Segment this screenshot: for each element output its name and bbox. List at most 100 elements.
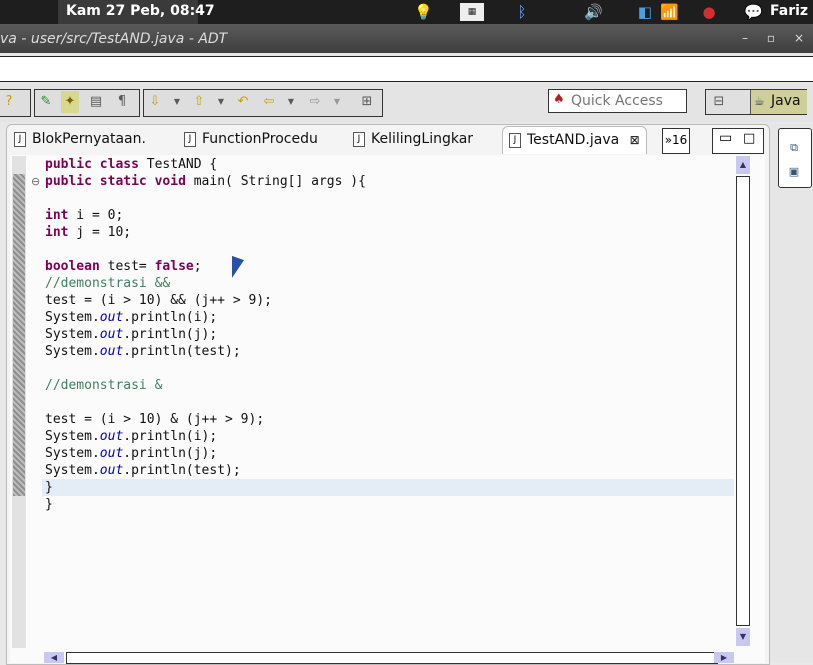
last-edit-location-icon[interactable]: ↶ (234, 91, 252, 113)
code-line: System.out.println(j); (45, 327, 218, 342)
java-file-icon: J (353, 131, 365, 147)
right-side-panel (770, 124, 813, 663)
vertical-scrollbar[interactable]: ▲ ▼ (736, 156, 750, 646)
code-line: int j = 10; (45, 225, 132, 240)
tab-label: BlokPernyataan. (32, 131, 146, 147)
java-file-icon: J (14, 131, 26, 147)
maximize-editor-icon[interactable]: □ (743, 131, 755, 146)
bulb-icon[interactable]: 💡 (414, 3, 433, 21)
window-title-bar[interactable]: va - user/src/TestAND.java - ADT – ▫ × (0, 24, 813, 53)
java-perspective-button[interactable]: ☕ Java (750, 90, 807, 114)
scroll-up-button[interactable]: ▲ (736, 156, 750, 174)
tab-testand-java[interactable]: J TestAND.java ⊠ (502, 126, 647, 154)
change-marker (13, 174, 25, 496)
java-file-icon: J (509, 132, 521, 148)
chat-icon[interactable]: 💬 (744, 3, 763, 21)
code-line: System.out.println(test); (45, 344, 241, 359)
system-top-panel: Kam 27 Peb, 08:47 💡 ▦ ᛒ 🔊 ◧ 📶 ● 💬 Fariz (0, 0, 813, 24)
volume-icon[interactable]: 🔊 (584, 3, 603, 21)
mark-occurrences-icon[interactable]: ✦ (61, 91, 79, 113)
bluetooth-icon[interactable]: ᛒ (513, 3, 531, 21)
tab-overflow-button[interactable]: »16 (662, 128, 690, 154)
code-line: System.out.println(i); (45, 429, 218, 444)
editor-window-controls: ▭ □ (712, 128, 764, 154)
code-line: System.out.println(j); (45, 446, 218, 461)
toolbar-group-navigate: ⇩ ▼ ⇧ ▼ ↶ ⇦ ▼ ⇨ ▼ ⊞ (143, 89, 383, 117)
tab-functionprocedu[interactable]: J FunctionProcedu (184, 126, 318, 153)
code-line: System.out.println(test); (45, 463, 241, 478)
perspective-switcher: ⊟ ☕ Java (705, 89, 807, 115)
minimize-editor-icon[interactable]: ▭ (719, 130, 732, 146)
toolbar-group-help: ? (0, 89, 31, 117)
window-title: va - user/src/TestAND.java - ADT (0, 31, 228, 47)
fold-collapse-icon[interactable]: ⊖ (31, 175, 40, 188)
quick-access-icon: ♠ (553, 92, 565, 107)
scroll-right-button[interactable]: ▶ (714, 652, 734, 663)
code-line: public static void main( String[] args )… (45, 174, 366, 189)
keyboard-indicator-icon[interactable]: ▦ (460, 3, 484, 21)
clock-label[interactable]: Kam 27 Peb, 08:47 (66, 3, 215, 19)
code-line: } (45, 480, 53, 495)
code-line: public class TestAND { (45, 157, 218, 172)
editor-tabs: J BlokPernyataan. J FunctionProcedu J Kelil… (6, 126, 768, 154)
scrollbar-track[interactable] (736, 176, 750, 626)
chevron-down-icon[interactable]: ▼ (212, 91, 230, 113)
open-perspective-icon[interactable]: ⊟ (710, 91, 728, 113)
next-annotation-icon[interactable]: ✎ (37, 91, 55, 113)
chevron-down-icon[interactable]: ▼ (168, 91, 186, 113)
code-line: //demonstrasi && (45, 276, 171, 291)
block-selection-icon[interactable]: ▤ (87, 91, 105, 113)
main-toolbar: ? ✎ ✦ ▤ ¶ ⇩ ▼ ⇧ ▼ ↶ ⇦ ▼ ⇨ ▼ ⊞ (0, 84, 813, 122)
show-whitespace-icon[interactable]: ¶ (113, 91, 131, 113)
java-file-icon: J (184, 131, 196, 147)
tab-kelilinglingkar[interactable]: J KelilingLingkar (353, 126, 473, 153)
java-perspective-icon: ☕ (754, 94, 765, 108)
java-perspective-label: Java (771, 93, 801, 109)
previous-annotation-icon[interactable]: ⇧ (190, 91, 208, 113)
scroll-left-button[interactable]: ◀ (44, 652, 64, 663)
tab-label: KelilingLingkar (371, 131, 474, 147)
tab-blokpernyataan[interactable]: J BlokPernyataan. (14, 126, 146, 153)
forward-arrow-icon[interactable]: ⇨ (306, 91, 324, 113)
outline-view-icon[interactable]: ▣ (787, 165, 801, 179)
maximize-button[interactable]: ▫ (762, 29, 780, 47)
restore-icon[interactable]: ⧉ (787, 141, 801, 155)
tab-label: TestAND.java (527, 132, 620, 148)
code-line: int i = 0; (45, 208, 124, 223)
close-button[interactable]: × (790, 29, 808, 47)
username-label[interactable]: Fariz (770, 3, 808, 19)
tab-label: FunctionProcedu (202, 131, 318, 147)
scroll-down-button[interactable]: ▼ (736, 628, 750, 646)
menu-bar[interactable] (0, 56, 813, 82)
mouse-cursor-icon (232, 255, 244, 283)
network-icon[interactable]: ◧ (636, 3, 654, 21)
pin-editor-icon[interactable]: ⊞ (358, 91, 376, 113)
quick-access-input[interactable] (571, 92, 681, 109)
quick-access-box[interactable]: ♠ (548, 89, 687, 113)
code-line: test = (i > 10) && (j++ > 9); (45, 293, 272, 308)
chevron-down-icon[interactable]: ▼ (282, 91, 300, 113)
overview-ruler[interactable] (12, 156, 26, 648)
back-arrow-icon[interactable]: ⇦ (260, 91, 278, 113)
help-icon[interactable]: ? (0, 91, 18, 113)
wifi-icon[interactable]: 📶 (660, 3, 679, 21)
code-line: System.out.println(i); (45, 310, 218, 325)
code-text[interactable]: public class TestAND { public static voi… (45, 156, 735, 513)
chevron-down-icon[interactable]: ▼ (328, 91, 346, 113)
toolbar-group-edit: ✎ ✦ ▤ ¶ (34, 89, 140, 117)
next-annotation-down-icon[interactable]: ⇩ (146, 91, 164, 113)
code-line: test = (i > 10) & (j++ > 9); (45, 412, 265, 427)
side-dock: ⧉ ▣ (778, 128, 812, 188)
close-tab-icon[interactable]: ⊠ (630, 133, 640, 147)
code-line: } (45, 497, 53, 512)
scrollbar-track[interactable] (66, 652, 718, 664)
minimize-button[interactable]: – (736, 29, 754, 47)
code-line: //demonstrasi & (45, 378, 163, 393)
code-line: boolean test= false; (45, 259, 202, 274)
update-icon[interactable]: ● (700, 3, 718, 21)
horizontal-scrollbar[interactable]: ◀ ▶ (44, 652, 734, 664)
